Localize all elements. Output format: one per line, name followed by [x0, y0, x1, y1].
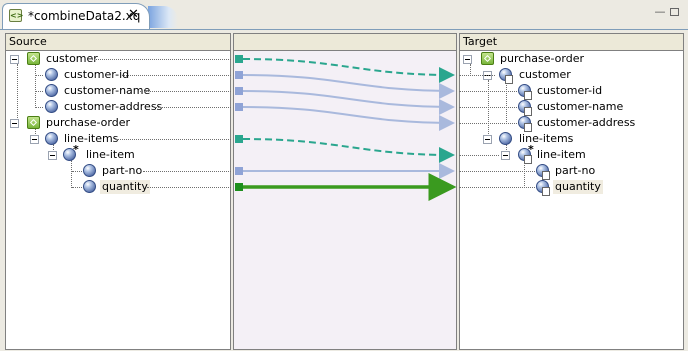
- mapping-handle-customer-name[interactable]: [235, 87, 243, 95]
- collapse-icon[interactable]: [463, 55, 472, 64]
- leader-line: [459, 123, 517, 124]
- tree-guide: [35, 64, 36, 108]
- tree-guide: [17, 64, 18, 124]
- node-label: customer-id: [537, 84, 603, 97]
- element-icon: [45, 68, 58, 81]
- leader-line: [459, 187, 535, 188]
- tree-guide: [71, 160, 72, 188]
- element-icon: [83, 164, 96, 177]
- node-label: line-items: [64, 132, 119, 145]
- tree-guide: [35, 107, 43, 108]
- leader-line: [459, 171, 535, 172]
- collapse-icon[interactable]: [30, 135, 39, 144]
- node-label: customer: [519, 68, 571, 81]
- mapped-badge-icon: [524, 155, 532, 164]
- mapping-handle-part-no[interactable]: [235, 167, 243, 175]
- leader-line: [115, 139, 231, 140]
- collapse-icon[interactable]: [10, 119, 19, 128]
- mapped-badge-icon: [524, 123, 532, 132]
- mapped-badge-icon: [524, 107, 532, 116]
- element-icon: [45, 100, 58, 113]
- mapping-pane-header: [234, 34, 456, 51]
- schema-icon: [27, 52, 40, 65]
- mapping-canvas[interactable]: [233, 33, 457, 350]
- close-icon[interactable]: ✕: [128, 7, 139, 22]
- tree-guide: [506, 80, 507, 124]
- collapse-icon[interactable]: [501, 151, 510, 160]
- editor-tab[interactable]: <> *combineData2.xq ✕: [2, 3, 150, 29]
- leader-line: [122, 75, 231, 76]
- node-label: part-no: [102, 164, 143, 177]
- maximize-icon[interactable]: [670, 8, 679, 16]
- mapping-handle-line-items[interactable]: [235, 135, 243, 143]
- schema-icon: [481, 52, 494, 65]
- target-pane-header: Target: [460, 34, 683, 51]
- node-label: line-item: [537, 148, 586, 161]
- node-label: customer-address: [64, 100, 163, 113]
- collapse-icon[interactable]: [10, 55, 19, 64]
- xquery-file-icon: <>: [9, 9, 24, 22]
- node-label: quantity: [100, 180, 150, 194]
- leader-line: [92, 59, 231, 60]
- tree-guide: [488, 80, 489, 140]
- collapse-icon[interactable]: [483, 135, 492, 144]
- node-label: customer-address: [537, 116, 636, 129]
- leader-line: [459, 75, 495, 76]
- node-label: line-item: [86, 148, 135, 161]
- tree-guide: [72, 171, 82, 172]
- node-label: line-items: [519, 132, 574, 145]
- element-icon: [83, 180, 96, 193]
- leader-line: [459, 91, 517, 92]
- mapping-handle-customer-id[interactable]: [235, 71, 243, 79]
- mapping-handle-quantity[interactable]: [235, 183, 243, 191]
- element-icon: [499, 132, 512, 145]
- source-pane-header: Source: [6, 34, 230, 51]
- node-label: part-no: [555, 164, 596, 177]
- schema-icon: [27, 116, 40, 129]
- minimize-icon[interactable]: —: [654, 6, 666, 18]
- element-icon: [45, 132, 58, 145]
- mapping-handle-customer[interactable]: [235, 55, 243, 63]
- repeating-element-icon: [63, 142, 79, 161]
- editor-tab-title: *combineData2.xq: [28, 9, 141, 23]
- tree-guide: [72, 187, 82, 188]
- node-label: customer-id: [64, 68, 130, 81]
- mapped-badge-icon: [542, 171, 550, 180]
- node-label: purchase-order: [46, 116, 130, 129]
- leader-line: [459, 155, 499, 156]
- tree-guide: [35, 91, 43, 92]
- mapped-badge-icon: [524, 91, 532, 100]
- leader-line: [140, 91, 231, 92]
- leader-line: [143, 171, 231, 172]
- node-label: quantity: [553, 180, 603, 194]
- mapped-badge-icon: [542, 187, 550, 196]
- mapping-handle-customer-address[interactable]: [235, 103, 243, 111]
- active-tab-accent: [148, 6, 178, 28]
- element-icon: [45, 84, 58, 97]
- tree-guide: [35, 75, 43, 76]
- leader-line: [459, 107, 517, 108]
- leader-line: [147, 187, 231, 188]
- node-label: purchase-order: [500, 52, 584, 65]
- node-label: customer-name: [64, 84, 151, 97]
- editor-tab-bar: <> *combineData2.xq ✕ —: [0, 0, 688, 29]
- mapped-badge-icon: [505, 75, 513, 84]
- tree-guide: [524, 160, 525, 188]
- collapse-icon[interactable]: [48, 151, 57, 160]
- node-label: customer-name: [537, 100, 624, 113]
- leader-line: [155, 107, 231, 108]
